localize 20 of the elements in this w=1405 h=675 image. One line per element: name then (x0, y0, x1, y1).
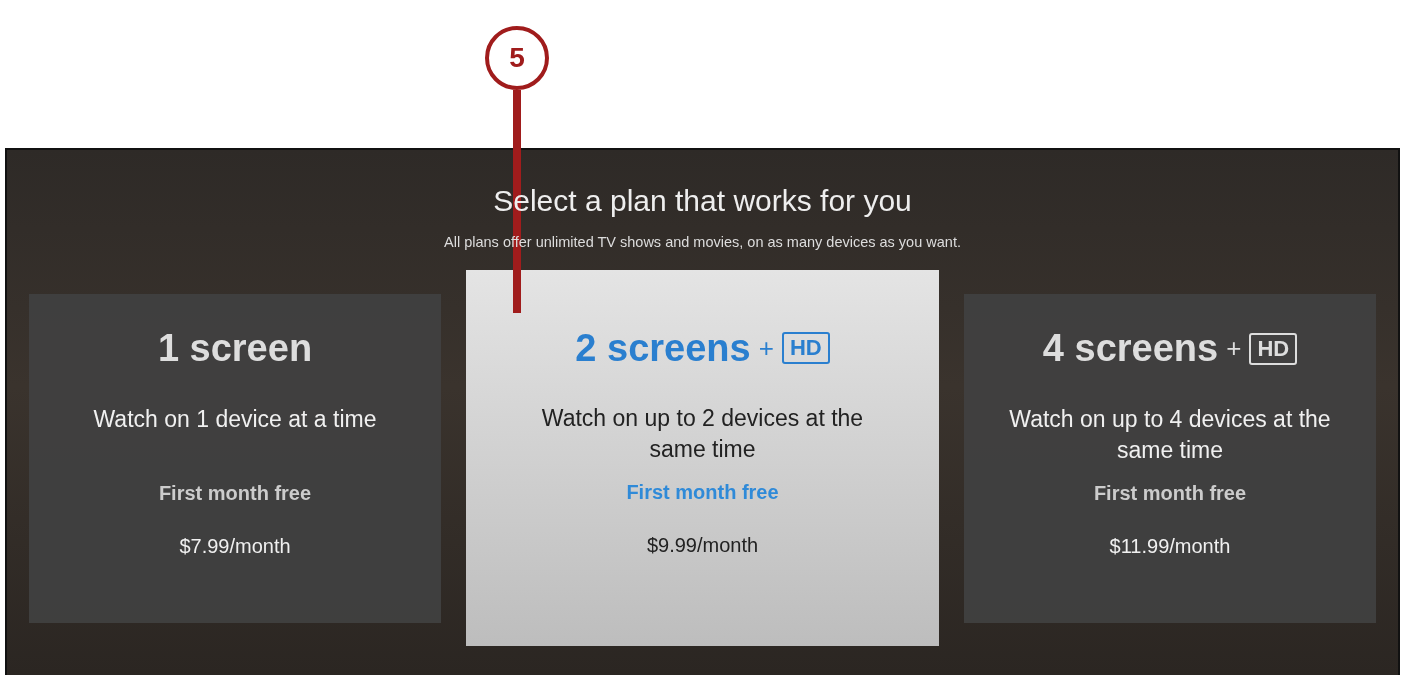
plan-name: 2 screens (575, 326, 751, 370)
plan-description: Watch on 1 device at a time (92, 404, 378, 434)
offer-text: First month free (626, 481, 779, 504)
offer-text: First month free (1093, 481, 1247, 505)
hd-badge: HD (781, 332, 830, 364)
plan-price: $9.99/month (646, 534, 759, 557)
plan-card[interactable]: 4 screens + HD Watch on up to 4 devices at the same time First month free $11.99/month (964, 293, 1376, 623)
plus-sign: + (758, 332, 774, 364)
plan-name: 1 screen (157, 327, 313, 370)
plan-card[interactable]: 1 screen Watch on 1 device at a time First month free $7.99/month (29, 293, 441, 623)
plus-sign: + (1226, 333, 1242, 364)
plan-name: 4 screens (1042, 327, 1219, 370)
plan-price: $7.99/month (179, 534, 291, 558)
hd-badge: HD (1249, 332, 1298, 365)
plan-card[interactable]: 2 screens + HD Watch on up to 2 devices at the same time First month free $9.99/month (466, 270, 939, 646)
plan-description: Watch on up to 4 devices at the same time (1008, 404, 1332, 465)
offer-text: First month free (158, 481, 312, 505)
plan-description: Watch on up to 2 devices at the same time (540, 404, 865, 464)
callout-number: 5 (485, 26, 549, 90)
plan-price: $11.99/month (1109, 534, 1231, 558)
